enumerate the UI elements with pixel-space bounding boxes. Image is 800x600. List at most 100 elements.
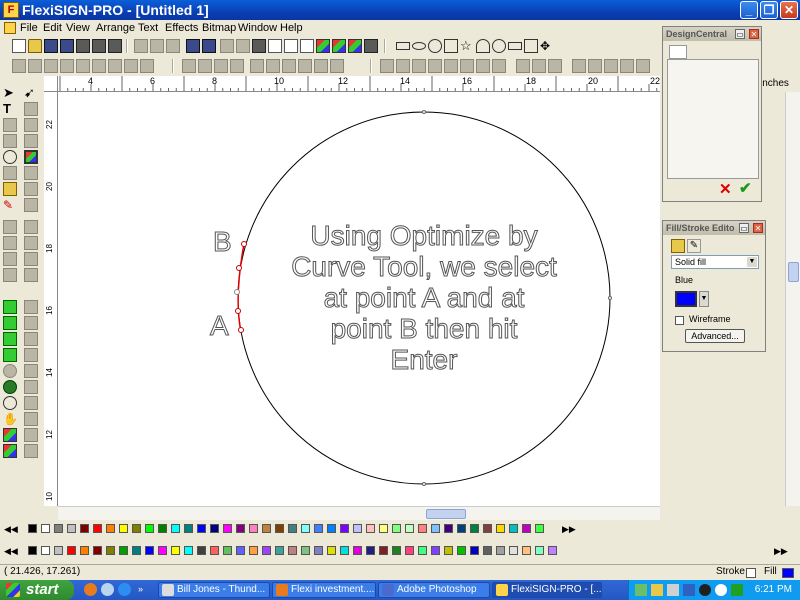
curve-node[interactable]	[235, 308, 241, 314]
tray-icon[interactable]	[683, 584, 695, 596]
layer-tool-icon[interactable]	[24, 444, 38, 458]
horizontal-ruler[interactable]: 4 6 8 10 12 14 16 18 20 22	[58, 76, 660, 92]
bezier-tool-icon[interactable]	[3, 182, 17, 196]
start-button[interactable]: start	[0, 580, 74, 600]
same-width-icon[interactable]	[516, 59, 530, 73]
color-swatch[interactable]	[28, 524, 37, 533]
to-front-icon[interactable]	[182, 59, 196, 73]
front-minus-back-icon[interactable]	[124, 59, 138, 73]
tray-icon[interactable]	[699, 584, 711, 596]
tray-icon[interactable]	[667, 584, 679, 596]
color-swatch[interactable]	[509, 546, 518, 555]
menu-view[interactable]: View	[66, 21, 90, 35]
star-shape-icon[interactable]: ☆	[460, 39, 474, 53]
color-swatch[interactable]	[288, 524, 297, 533]
skew-tool-icon[interactable]	[24, 396, 38, 410]
distribute-left-icon[interactable]	[412, 59, 426, 73]
menu-edit[interactable]: Edit	[43, 21, 62, 35]
palette-scroll-left-icon[interactable]: ◀◀	[4, 545, 18, 557]
advanced-button[interactable]: Advanced...	[685, 329, 745, 343]
menu-window[interactable]: Window	[238, 21, 277, 35]
color-swatch[interactable]	[470, 546, 479, 555]
color-swatch[interactable]	[158, 546, 167, 555]
copy-icon[interactable]	[150, 39, 164, 53]
rotate-tool-icon[interactable]	[24, 364, 38, 378]
distribute-center-icon[interactable]	[428, 59, 442, 73]
vertical-scroll-thumb[interactable]	[788, 262, 799, 282]
lock-icon[interactable]	[636, 59, 650, 73]
color-swatch[interactable]	[223, 546, 232, 555]
trim-icon[interactable]	[108, 59, 122, 73]
weld-tool-icon[interactable]	[24, 428, 38, 442]
wireframe-checkbox[interactable]	[675, 316, 684, 325]
curve-node[interactable]	[236, 265, 242, 271]
thunderbird-quicklaunch-icon[interactable]	[101, 583, 114, 596]
color-swatch[interactable]	[67, 524, 76, 533]
color-swatch[interactable]	[197, 546, 206, 555]
save-all-icon[interactable]	[60, 39, 74, 53]
layers-icon[interactable]	[300, 39, 314, 53]
color-swatch[interactable]	[145, 524, 154, 533]
maximize-button[interactable]: ❐	[760, 1, 778, 19]
instruction-text[interactable]: Using Optimize by Curve Tool, we select …	[254, 220, 594, 376]
color-swatch[interactable]	[171, 546, 180, 555]
menu-text[interactable]: Text	[138, 21, 158, 35]
color-swatch[interactable]	[457, 524, 466, 533]
flip-vertical-icon[interactable]	[588, 59, 602, 73]
design-central-tab-icon[interactable]	[669, 45, 687, 59]
align-left-icon[interactable]	[250, 59, 264, 73]
color-swatch[interactable]	[327, 546, 336, 555]
menu-arrange[interactable]: Arrange	[96, 21, 135, 35]
app-icon[interactable]: F	[3, 2, 19, 18]
color-swatch[interactable]	[444, 546, 453, 555]
taskbar-item-flexisign[interactable]: FlexiSIGN-PRO - [...	[492, 582, 602, 598]
drawing-canvas[interactable]: B A Using Optimize by Curve Tool, we sel…	[58, 92, 660, 506]
cut-plot-icon[interactable]	[92, 39, 106, 53]
mirror-tool-icon[interactable]	[24, 412, 38, 426]
scale-tool-icon[interactable]	[24, 380, 38, 394]
align-center-icon[interactable]	[266, 59, 280, 73]
same-height-icon[interactable]	[532, 59, 546, 73]
color-swatch[interactable]	[262, 524, 271, 533]
palette-scroll-left-icon[interactable]: ◀◀	[4, 523, 18, 535]
repeat-icon[interactable]	[236, 39, 250, 53]
color-swatch[interactable]	[171, 524, 180, 533]
arc-tool-icon[interactable]	[24, 236, 38, 250]
palette-scroll-right-icon[interactable]: ▶▶	[562, 523, 576, 535]
fill-color-swatch[interactable]	[675, 291, 697, 307]
color-swatch[interactable]	[236, 524, 245, 533]
corner-tool-icon[interactable]	[24, 198, 38, 212]
node-a[interactable]	[238, 327, 244, 333]
vertical-ruler[interactable]: 22 20 18 16 14 12 10	[44, 92, 58, 506]
color-swatch[interactable]	[327, 524, 336, 533]
ungroup-icon[interactable]	[28, 59, 42, 73]
design-central-toggle-icon[interactable]	[268, 39, 282, 53]
color-swatch[interactable]	[418, 524, 427, 533]
rounded-shape-icon[interactable]	[492, 39, 506, 53]
production-manager-icon[interactable]	[364, 39, 378, 53]
envelope-tool-icon[interactable]	[24, 332, 38, 346]
fill-swatch[interactable]	[782, 568, 794, 578]
selected-curve-segment[interactable]	[237, 243, 245, 333]
color-swatch[interactable]	[197, 524, 206, 533]
eyedropper-tool-icon[interactable]	[3, 332, 17, 346]
ruler-corner[interactable]	[44, 76, 58, 92]
color-swatch[interactable]	[353, 546, 362, 555]
select-tool-icon[interactable]: ➤	[3, 86, 17, 100]
smooth-tool-icon[interactable]	[24, 182, 38, 196]
zoom-tool-icon[interactable]	[3, 380, 17, 394]
color-swatch[interactable]	[353, 524, 362, 533]
apply-check-icon[interactable]: ✔	[739, 179, 752, 197]
edit-text-tool-icon[interactable]	[3, 134, 17, 148]
bitmap-tool-icon[interactable]	[3, 348, 17, 362]
taskbar-item-thunderbird[interactable]: Bill Jones - Thund...	[158, 582, 270, 598]
node-edit-tool-icon[interactable]: ➹	[24, 86, 38, 100]
arc-shape-icon[interactable]	[476, 39, 490, 53]
color-swatch[interactable]	[340, 524, 349, 533]
curve-tool-icon[interactable]	[24, 220, 38, 234]
perspective-tool-icon[interactable]	[24, 348, 38, 362]
weed-border-tool-icon[interactable]	[3, 268, 17, 282]
color-swatch[interactable]	[275, 546, 284, 555]
zoom-icon[interactable]	[332, 39, 346, 53]
break-apart-icon[interactable]	[60, 59, 74, 73]
